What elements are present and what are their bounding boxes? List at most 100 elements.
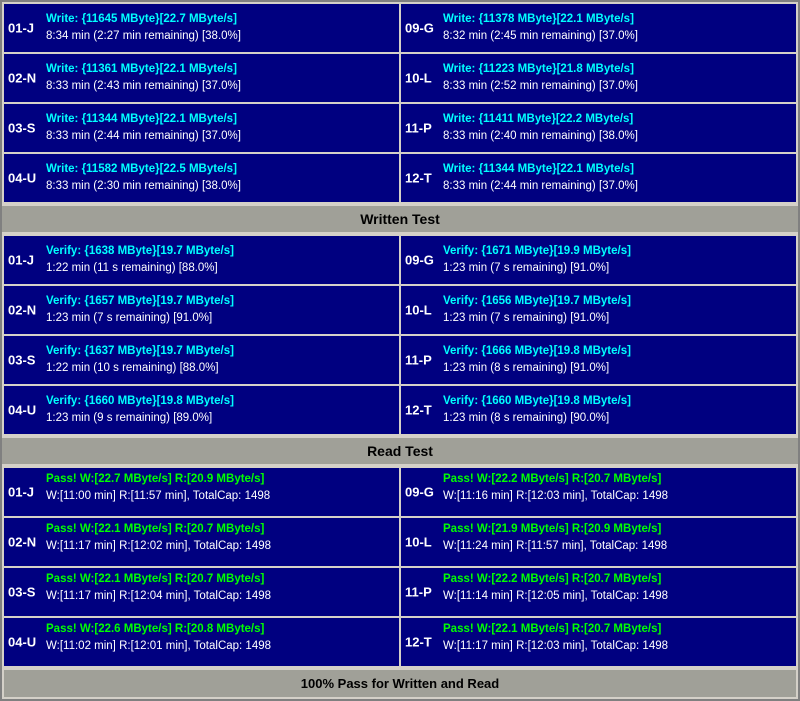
card-line2: 8:33 min (2:43 min remaining) [37.0%] (46, 78, 393, 95)
card-id-10-l: 10-L (405, 535, 432, 550)
card-line2: 1:23 min (8 s remaining) [91.0%] (443, 360, 790, 377)
card-id-01-j: 01-J (8, 21, 34, 36)
card-line2: 8:33 min (2:44 min remaining) [37.0%] (46, 128, 393, 145)
card-line2: 8:33 min (2:52 min remaining) [37.0%] (443, 78, 790, 95)
read-test-label: Read Test (2, 438, 798, 464)
card-line1: Pass! W:[22.1 MByte/s] R:[20.7 MByte/s] (46, 571, 393, 588)
card-content: Pass! W:[22.6 MByte/s] R:[20.8 MByte/s]W… (46, 621, 393, 656)
card-line2: W:[11:17 min] R:[12:02 min], TotalCap: 1… (46, 538, 393, 555)
card-02-n: 02-N Write: {11361 MByte}[22.1 MByte/s]8:… (4, 54, 399, 102)
card-line1: Write: {11645 MByte}[22.7 MByte/s] (46, 11, 393, 28)
card-10-l: 10-L Verify: {1656 MByte}[19.7 MByte/s]1:… (401, 286, 796, 334)
card-id-02-n: 02-N (8, 303, 36, 318)
card-id-03-s: 03-S (8, 121, 35, 136)
card-content: Pass! W:[22.1 MByte/s] R:[20.7 MByte/s]W… (46, 521, 393, 556)
card-line1: Write: {11344 MByte}[22.1 MByte/s] (46, 111, 393, 128)
card-10-l: 10-L Pass! W:[21.9 MByte/s] R:[20.9 MByte… (401, 518, 796, 566)
card-12-t: 12-T Write: {11344 MByte}[22.1 MByte/s]8:… (401, 154, 796, 202)
card-id-02-n: 02-N (8, 71, 36, 86)
card-line1: Verify: {1660 MByte}[19.8 MByte/s] (46, 393, 393, 410)
card-04-u: 04-UVerify: {1660 MByte}[19.8 MByte/s]1:… (4, 386, 399, 434)
card-line2: W:[11:00 min] R:[11:57 min], TotalCap: 1… (46, 488, 393, 505)
card-content: Write: {11645 MByte}[22.7 MByte/s]8:34 m… (46, 11, 393, 46)
written-test-label: Written Test (2, 206, 798, 232)
card-line2: 8:33 min (2:30 min remaining) [38.0%] (46, 178, 393, 195)
card-01-j: 01-J Verify: {1638 MByte}[19.7 MByte/s]1:… (4, 236, 399, 284)
card-line1: Pass! W:[22.1 MByte/s] R:[20.7 MByte/s] (46, 521, 393, 538)
card-id-12-t: 12-T (405, 171, 432, 186)
card-line1: Write: {11582 MByte}[22.5 MByte/s] (46, 161, 393, 178)
card-line1: Write: {11411 MByte}[22.2 MByte/s] (443, 111, 790, 128)
card-content: Write: {11411 MByte}[22.2 MByte/s]8:33 m… (443, 111, 790, 146)
card-content: Write: {11223 MByte}[21.8 MByte/s]8:33 m… (443, 61, 790, 96)
card-id-09-g: 09-G (405, 253, 434, 268)
card-line2: 1:23 min (7 s remaining) [91.0%] (443, 310, 790, 327)
card-content: Write: {11361 MByte}[22.1 MByte/s]8:33 m… (46, 61, 393, 96)
card-line2: 1:23 min (8 s remaining) [90.0%] (443, 410, 790, 427)
card-id-12-t: 12-T (405, 403, 432, 418)
card-line2: 1:23 min (9 s remaining) [89.0%] (46, 410, 393, 427)
card-10-l: 10-LWrite: {11223 MByte}[21.8 MByte/s]8:… (401, 54, 796, 102)
card-content: Verify: {1656 MByte}[19.7 MByte/s]1:23 m… (443, 293, 790, 328)
card-line1: Pass! W:[21.9 MByte/s] R:[20.9 MByte/s] (443, 521, 790, 538)
card-03-s: 03-S Pass! W:[22.1 MByte/s] R:[20.7 MByte… (4, 568, 399, 616)
card-01-j: 01-JPass! W:[22.7 MByte/s] R:[20.9 MByte… (4, 468, 399, 516)
card-id-04-u: 04-U (8, 635, 36, 650)
card-line1: Verify: {1657 MByte}[19.7 MByte/s] (46, 293, 393, 310)
card-02-n: 02-N Verify: {1657 MByte}[19.7 MByte/s]1:… (4, 286, 399, 334)
card-content: Pass! W:[22.1 MByte/s] R:[20.7 MByte/s]W… (443, 621, 790, 656)
card-content: Pass! W:[22.1 MByte/s] R:[20.7 MByte/s]W… (46, 571, 393, 606)
card-01-j: 01-J Write: {11645 MByte}[22.7 MByte/s]8:… (4, 4, 399, 52)
card-02-n: 02-NPass! W:[22.1 MByte/s] R:[20.7 MByte… (4, 518, 399, 566)
card-line2: W:[11:14 min] R:[12:05 min], TotalCap: 1… (443, 588, 790, 605)
card-content: Verify: {1666 MByte}[19.8 MByte/s]1:23 m… (443, 343, 790, 378)
card-line2: 1:23 min (7 s remaining) [91.0%] (443, 260, 790, 277)
card-line1: Pass! W:[22.6 MByte/s] R:[20.8 MByte/s] (46, 621, 393, 638)
card-line2: 1:22 min (10 s remaining) [88.0%] (46, 360, 393, 377)
write-section: 01-JWrite: {11645 MByte}[22.7 MByte/s]8:… (2, 2, 798, 204)
card-line1: Verify: {1666 MByte}[19.8 MByte/s] (443, 343, 790, 360)
card-content: Write: {11344 MByte}[22.1 MByte/s]8:33 m… (443, 161, 790, 196)
card-line2: 1:23 min (7 s remaining) [91.0%] (46, 310, 393, 327)
card-id-10-l: 10-L (405, 303, 432, 318)
card-09-g: 09-GVerify: {1671 MByte}[19.9 MByte/s]1:… (401, 236, 796, 284)
card-content: Verify: {1638 MByte}[19.7 MByte/s]1:22 m… (46, 243, 393, 278)
card-id-09-g: 09-G (405, 21, 434, 36)
card-id-11-p: 11-P (405, 585, 432, 600)
card-line1: Pass! W:[22.2 MByte/s] R:[20.7 MByte/s] (443, 571, 790, 588)
card-line2: 8:33 min (2:40 min remaining) [38.0%] (443, 128, 790, 145)
card-04-u: 04-UWrite: {11582 MByte}[22.5 MByte/s]8:… (4, 154, 399, 202)
card-line1: Write: {11361 MByte}[22.1 MByte/s] (46, 61, 393, 78)
card-line2: 8:34 min (2:27 min remaining) [38.0%] (46, 28, 393, 45)
card-03-s: 03-S Write: {11344 MByte}[22.1 MByte/s]8:… (4, 104, 399, 152)
card-09-g: 09-GWrite: {11378 MByte}[22.1 MByte/s]8:… (401, 4, 796, 52)
card-line2: 1:22 min (11 s remaining) [88.0%] (46, 260, 393, 277)
card-id-03-s: 03-S (8, 585, 35, 600)
card-line2: W:[11:24 min] R:[11:57 min], TotalCap: 1… (443, 538, 790, 555)
card-09-g: 09-GPass! W:[22.2 MByte/s] R:[20.7 MByte… (401, 468, 796, 516)
card-04-u: 04-U Pass! W:[22.6 MByte/s] R:[20.8 MByte… (4, 618, 399, 666)
card-line1: Verify: {1660 MByte}[19.8 MByte/s] (443, 393, 790, 410)
card-content: Pass! W:[22.2 MByte/s] R:[20.7 MByte/s]W… (443, 471, 790, 506)
card-id-01-j: 01-J (8, 253, 34, 268)
card-line1: Pass! W:[22.7 MByte/s] R:[20.9 MByte/s] (46, 471, 393, 488)
card-03-s: 03-SVerify: {1637 MByte}[19.7 MByte/s]1:… (4, 336, 399, 384)
card-line1: Write: {11378 MByte}[22.1 MByte/s] (443, 11, 790, 28)
card-line1: Write: {11223 MByte}[21.8 MByte/s] (443, 61, 790, 78)
main-container: 01-JWrite: {11645 MByte}[22.7 MByte/s]8:… (0, 0, 800, 701)
card-content: Verify: {1660 MByte}[19.8 MByte/s]1:23 m… (46, 393, 393, 428)
card-content: Verify: {1660 MByte}[19.8 MByte/s]1:23 m… (443, 393, 790, 428)
card-line1: Verify: {1637 MByte}[19.7 MByte/s] (46, 343, 393, 360)
card-content: Write: {11582 MByte}[22.5 MByte/s]8:33 m… (46, 161, 393, 196)
verify-section: 01-J Verify: {1638 MByte}[19.7 MByte/s]1:… (2, 234, 798, 436)
card-id-11-p: 11-P (405, 353, 432, 368)
card-line2: W:[11:02 min] R:[12:01 min], TotalCap: 1… (46, 638, 393, 655)
card-line2: 8:33 min (2:44 min remaining) [37.0%] (443, 178, 790, 195)
footer-bar: 100% Pass for Written and Read (4, 670, 796, 697)
card-content: Verify: {1657 MByte}[19.7 MByte/s]1:23 m… (46, 293, 393, 328)
card-content: Pass! W:[22.7 MByte/s] R:[20.9 MByte/s]W… (46, 471, 393, 506)
card-content: Verify: {1637 MByte}[19.7 MByte/s]1:22 m… (46, 343, 393, 378)
read-section: 01-JPass! W:[22.7 MByte/s] R:[20.9 MByte… (2, 466, 798, 668)
card-line2: W:[11:17 min] R:[12:03 min], TotalCap: 1… (443, 638, 790, 655)
card-line1: Verify: {1656 MByte}[19.7 MByte/s] (443, 293, 790, 310)
